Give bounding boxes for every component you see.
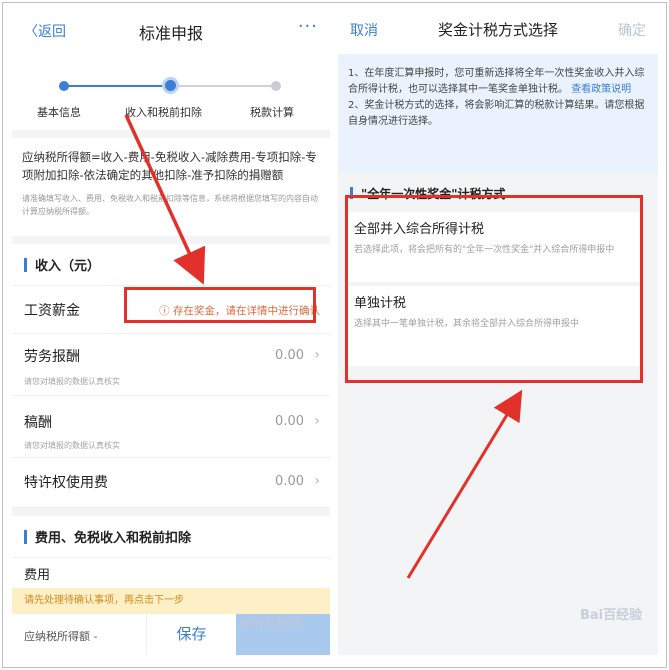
row-label: 劳务报酬 [24,349,80,365]
pending-notice: 请先处理待确认事项，再点击下一步 [12,588,330,614]
step-line-done [64,85,170,87]
row-royalty-manuscript[interactable]: 稿酬 0.00 › 请您对填报的数据认真核实 [12,396,330,458]
formula-card: 应纳税所得额=收入-费用-免税收入-减除费用-专项扣除-专项附加扣除-依法确定的… [12,138,330,236]
step-label-3: 税款计算 [250,106,294,119]
expense-section-title: 费用、免税收入和税前扣除 [35,531,192,546]
step-dot-3 [271,81,281,91]
income-section-title: 收入（元） [35,259,101,274]
policy-link[interactable]: 查看政策说明 [571,84,631,95]
notice-text-2: 2、奖金计税方式的选择，将会影响汇算的税款计算结果。请您根据自身情况进行选择。 [348,100,645,127]
more-icon[interactable]: ··· [298,16,318,37]
section-bar [24,529,27,544]
row-label: 费用 [24,568,51,583]
annotation-box-options [345,195,643,383]
formula-note: 请准确填写收入、费用、免税收入和税前扣除等信息，系统将根据您填写的内容自动计算应… [22,194,318,216]
row-expense[interactable]: 费用 [12,558,330,588]
row-hint: 请您对填报的数据认真核实 [24,441,120,450]
row-value: 0.00 [275,414,304,429]
nav-bar: 取消 奖金计税方式选择 确定 [338,10,658,54]
income-section-header: 收入（元） [12,244,330,286]
row-hint: 请您对填报的数据认真核实 [24,377,120,386]
left-phone-screen: 〈返回 标准申报 ··· 基本信息 收入和税前扣除 税款计算 应纳税所得额=收入… [12,10,330,655]
watermark-left: Bai百经验 [240,616,303,631]
page-title: 标准申报 [138,24,203,43]
taxable-income-label: 应纳税所得额 - [24,630,98,643]
row-label: 稿酬 [24,415,52,431]
expense-section-header: 费用、免税收入和税前扣除 [12,516,330,558]
step-label-1: 基本信息 [37,106,81,119]
row-value: 0.00 [275,474,304,489]
expense-section: 费用、免税收入和税前扣除 [12,516,330,558]
annotation-box-warning [124,287,316,323]
section-bar [24,257,27,272]
watermark-right: Bai百经验 [580,608,643,623]
chevron-right-icon: › [314,413,320,429]
confirm-button[interactable]: 确定 [618,20,646,40]
row-label: 特许权使用费 [24,475,108,491]
chevron-right-icon: › [314,473,320,489]
nav-bar: 〈返回 标准申报 ··· [12,10,330,54]
row-labor[interactable]: 劳务报酬 0.00 › 请您对填报的数据认真核实 [12,334,330,396]
save-button[interactable]: 保存 [146,614,236,655]
step-dot-1 [59,81,69,91]
row-value: 0.00 [275,348,304,363]
row-franchise[interactable]: 特许权使用费 0.00 › [12,458,330,508]
policy-notice: 1、在年度汇算申报时，您可重新选择将全年一次性奖金收入并入综合所得计税，也可以选… [338,54,658,172]
step-label-2: 收入和税前扣除 [125,106,202,119]
step-line-pending [170,85,276,87]
chevron-right-icon: › [314,347,320,363]
row-label: 工资薪金 [24,303,80,319]
progress-steps: 基本信息 收入和税前扣除 税款计算 [12,54,330,130]
formula-text: 应纳税所得额=收入-费用-免税收入-减除费用-专项扣除-专项附加扣除-依法确定的… [22,150,317,182]
step-dot-2-current [162,77,179,94]
income-section: 收入（元） [12,244,330,286]
page-title: 奖金计税方式选择 [437,21,558,39]
